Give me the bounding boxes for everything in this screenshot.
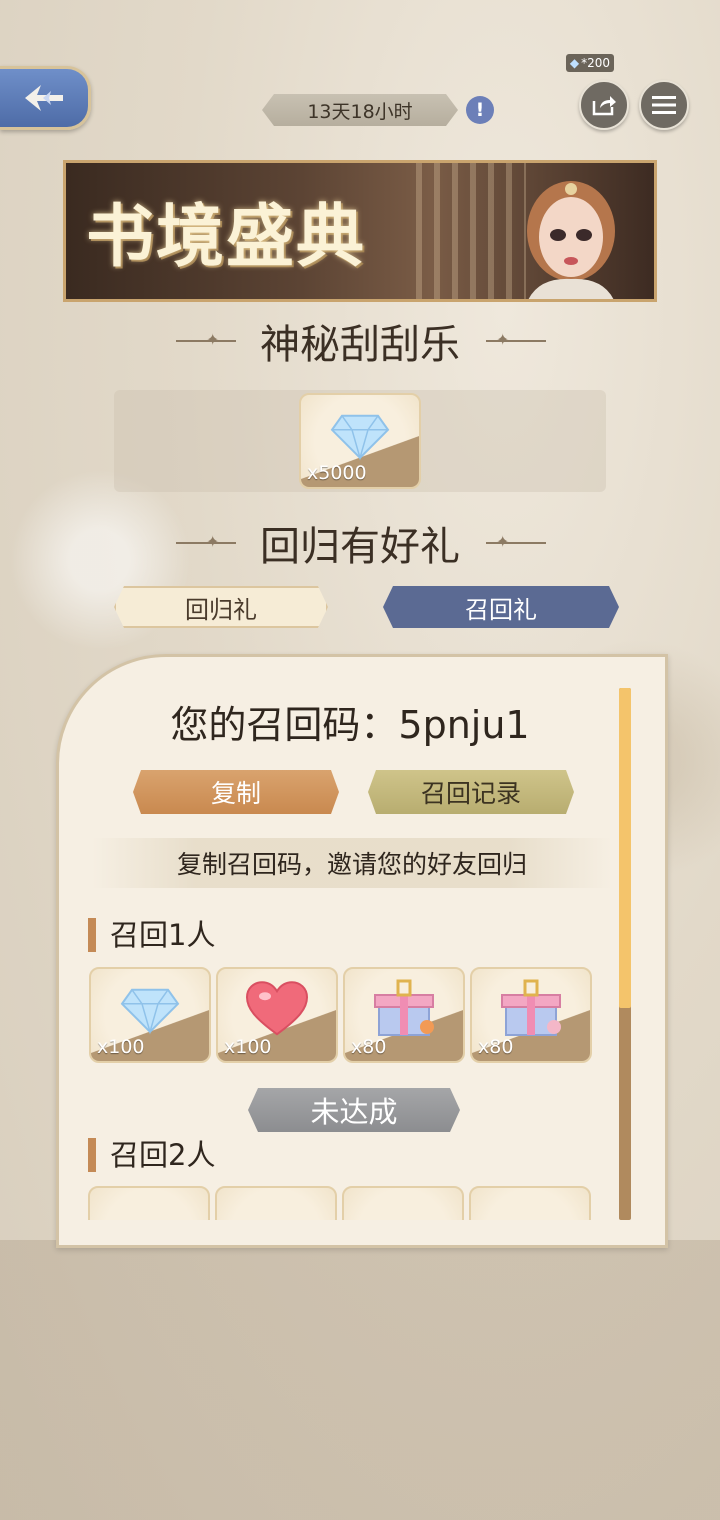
diamond-icon (330, 414, 390, 461)
sparkle-icon: ✦ (206, 330, 220, 349)
event-banner: 书境盛典 (63, 160, 657, 302)
tab-recall-gift[interactable]: 召回礼 (383, 586, 619, 628)
returns-section-title: 回归有好礼 (0, 514, 720, 572)
back-button[interactable] (0, 66, 91, 130)
tier-2-rewards (88, 1186, 598, 1220)
tab-return-gift[interactable]: 回归礼 (114, 586, 328, 628)
tier-1-status: 未达成 (248, 1088, 460, 1132)
info-icon[interactable]: ! (466, 96, 494, 124)
reward-card[interactable] (88, 1186, 210, 1220)
recall-code-label: 您的召回码：5pnju1 (170, 703, 530, 747)
gift-box-icon (374, 979, 434, 1036)
reward-card[interactable] (342, 1186, 464, 1220)
reward-quantity: x80 (478, 1036, 514, 1058)
share-button[interactable] (579, 80, 629, 130)
sparkle-icon: ✦ (496, 532, 510, 551)
title-divider-right (486, 542, 546, 544)
share-icon (592, 96, 616, 116)
share-badge-count: *200 (581, 56, 611, 70)
tier-1-title: 召回1人 (88, 918, 215, 952)
diamond-icon: ◆ (569, 56, 580, 70)
reward-quantity: x100 (97, 1036, 145, 1058)
diamond-icon (120, 988, 180, 1035)
title-divider-right (486, 340, 546, 342)
invite-hint: 复制召回码，邀请您的好友回归 (92, 838, 612, 888)
reward-card[interactable]: x100 (216, 967, 338, 1063)
menu-icon (652, 96, 676, 114)
scratch-title-text: 神秘刮刮乐 (260, 322, 460, 368)
character-portrait (527, 181, 615, 299)
sparkle-icon: ✦ (206, 532, 220, 551)
share-reward-badge: ◆ *200 (566, 54, 614, 72)
copy-button[interactable]: 复制 (133, 770, 339, 814)
reward-card[interactable]: x80 (343, 967, 465, 1063)
sparkle-icon: ✦ (496, 330, 510, 349)
banner-title: 书境盛典 (86, 197, 367, 277)
reward-card[interactable] (469, 1186, 591, 1220)
scratch-reward-card[interactable]: x5000 (299, 393, 421, 489)
tier-2-title: 召回2人 (88, 1138, 215, 1172)
reward-quantity: x5000 (307, 462, 367, 484)
reward-card[interactable]: x80 (470, 967, 592, 1063)
scratch-section-title: 神秘刮刮乐 (0, 312, 720, 370)
menu-button[interactable] (639, 80, 689, 130)
reward-quantity: x100 (224, 1036, 272, 1058)
recall-record-button[interactable]: 召回记录 (368, 770, 574, 814)
heart-icon (245, 981, 309, 1036)
reward-card[interactable] (215, 1186, 337, 1220)
gift-box-icon (501, 979, 561, 1036)
reward-card[interactable]: x100 (89, 967, 211, 1063)
event-timer: 13天18小时 (262, 94, 458, 126)
returns-title-text: 回归有好礼 (260, 524, 460, 570)
back-arrow-icon (25, 85, 63, 111)
reward-quantity: x80 (351, 1036, 387, 1058)
